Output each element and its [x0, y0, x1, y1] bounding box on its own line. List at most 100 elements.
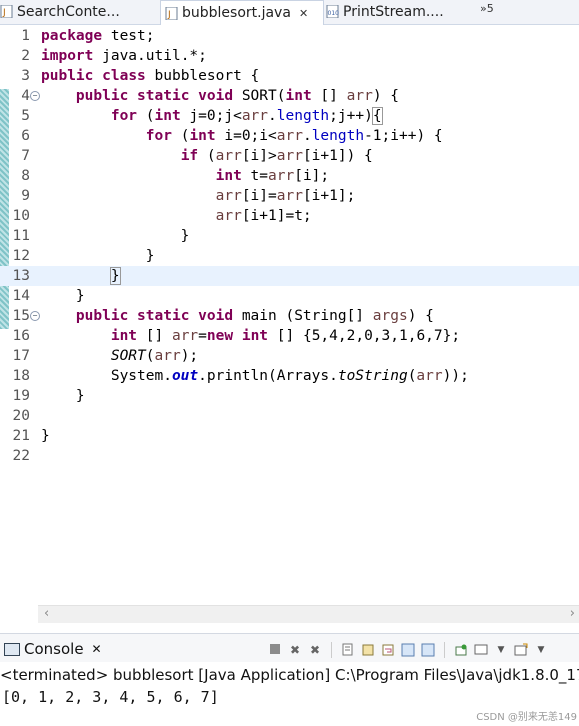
code-text: import java.util.*; — [41, 48, 207, 64]
code-line[interactable]: 16 int [] arr=new int [] {5,4,2,0,3,1,6,… — [0, 326, 579, 346]
show-on-error-icon[interactable] — [421, 643, 435, 657]
code-line[interactable]: 1 package test; — [0, 26, 579, 46]
tab-bubblesort[interactable]: J bubblesort.java ✕ — [160, 0, 324, 25]
code-text: public class bubblesort { — [41, 68, 260, 84]
console-status: <terminated> bubblesort [Java Applicatio… — [0, 666, 579, 684]
line-number: 2 — [21, 48, 30, 64]
editor-tab-bar: J SearchConte... J bubblesort.java ✕ 010… — [0, 0, 579, 25]
line-number: 3 — [21, 68, 30, 84]
line-number: 11 — [12, 228, 30, 244]
text-caret — [119, 267, 121, 285]
line-number: 10 — [12, 208, 30, 224]
code-line[interactable]: 9 arr[i]=arr[i+1]; — [0, 186, 579, 206]
code-text: SORT(arr); — [110, 348, 199, 364]
console-tools: ✖ ✖ ▼ ▼ — [268, 642, 548, 658]
code-text: } — [41, 388, 85, 404]
tab-label: SearchConte... — [17, 3, 120, 20]
chevron-down-icon[interactable]: ▼ — [534, 643, 548, 657]
line-number: 9 — [21, 188, 30, 204]
code-line[interactable]: 20 — [0, 406, 579, 426]
remove-launch-icon[interactable]: ✖ — [288, 643, 302, 657]
display-console-icon[interactable] — [474, 643, 488, 657]
console-output: [0, 1, 2, 3, 4, 5, 6, 7] — [2, 688, 219, 706]
code-text: } — [41, 248, 155, 264]
line-number: 6 — [21, 128, 30, 144]
scroll-left-icon[interactable]: ‹ — [44, 606, 49, 621]
line-number: 8 — [21, 168, 30, 184]
code-line[interactable]: 15− public static void main (String[] ar… — [0, 306, 579, 326]
code-line[interactable]: 19 } — [0, 386, 579, 406]
code-line[interactable]: 2 import java.util.*; — [0, 46, 579, 66]
code-line[interactable]: 4− public static void SORT(int [] arr) { — [0, 86, 579, 106]
line-number: 12 — [12, 248, 30, 264]
line-number: 7 — [21, 148, 30, 164]
tab-overflow-button[interactable]: »5 — [480, 2, 494, 15]
svg-text:010: 010 — [328, 10, 340, 17]
code-text: package test; — [41, 28, 155, 44]
code-text: } — [41, 428, 50, 444]
line-number: 17 — [12, 348, 30, 364]
code-text: for (int i=0;i<arr.length-1;i++) { — [145, 128, 443, 144]
code-line[interactable]: 10 arr[i+1]=t; — [0, 206, 579, 226]
code-line[interactable]: 17 SORT(arr); — [0, 346, 579, 366]
close-icon[interactable]: ✕ — [92, 642, 102, 656]
line-number: 15 — [12, 308, 30, 324]
console-toolbar: Console ✕ ✖ ✖ ▼ ▼ — [0, 633, 579, 662]
code-line[interactable]: 3 public class bubblesort { — [0, 66, 579, 86]
class-file-icon: 010 — [326, 4, 340, 19]
tab-searchcontent[interactable]: J SearchConte... — [0, 0, 158, 23]
line-number: 1 — [21, 28, 30, 44]
code-line[interactable]: 22 — [0, 446, 579, 466]
line-number: 20 — [12, 408, 30, 424]
code-text: int [] arr=new int [] {5,4,2,0,3,1,6,7}; — [110, 328, 461, 344]
code-line[interactable]: 5 for (int j=0;j<arr.length;j++){ — [0, 106, 579, 126]
svg-text:J: J — [167, 10, 171, 20]
code-text: } — [109, 267, 121, 285]
fold-toggle-icon[interactable]: − — [30, 311, 40, 321]
code-text: arr[i+1]=t; — [215, 208, 312, 224]
horizontal-scrollbar[interactable]: ‹ › — [38, 605, 579, 623]
pin-icon[interactable] — [454, 643, 468, 657]
code-text: } — [41, 228, 190, 244]
code-text: arr[i]=arr[i+1]; — [215, 188, 356, 204]
scroll-lock-icon[interactable] — [361, 643, 375, 657]
code-line[interactable]: 21} — [0, 426, 579, 446]
line-number: 5 — [21, 108, 30, 124]
scroll-right-icon[interactable]: › — [570, 606, 575, 621]
line-number: 21 — [12, 428, 30, 444]
line-number: 18 — [12, 368, 30, 384]
code-line[interactable]: 6 for (int i=0;i<arr.length-1;i++) { — [0, 126, 579, 146]
code-line[interactable]: 18 System.out.println(Arrays.toString(ar… — [0, 366, 579, 386]
tab-console[interactable]: Console ✕ — [0, 637, 102, 661]
code-text: } — [41, 288, 85, 304]
code-line[interactable]: 14 } — [0, 286, 579, 306]
terminate-icon[interactable] — [268, 643, 282, 657]
line-number: 4 — [21, 88, 30, 104]
code-editor[interactable]: 1 package test; 2 import java.util.*; 3 publi… — [0, 25, 579, 605]
java-file-icon: J — [165, 6, 178, 20]
code-line[interactable]: 11 } — [0, 226, 579, 246]
tab-printstream[interactable]: 010 PrintStream.... — [326, 0, 476, 23]
code-line[interactable]: 12 } — [0, 246, 579, 266]
svg-text:J: J — [2, 8, 6, 18]
line-number: 19 — [12, 388, 30, 404]
show-on-output-icon[interactable] — [401, 643, 415, 657]
code-line[interactable]: 7 if (arr[i]>arr[i+1]) { — [0, 146, 579, 166]
chevron-down-icon[interactable]: ▼ — [494, 643, 508, 657]
line-number: 22 — [12, 448, 30, 464]
fold-toggle-icon[interactable]: − — [30, 91, 40, 101]
code-text: public static void main (String[] args) … — [75, 308, 434, 324]
code-text: int t=arr[i]; — [215, 168, 330, 184]
tab-label: PrintStream.... — [343, 3, 444, 20]
open-console-icon[interactable] — [514, 643, 528, 657]
line-number: 16 — [12, 328, 30, 344]
close-icon[interactable]: ✕ — [299, 7, 308, 20]
console-icon — [4, 642, 20, 656]
word-wrap-icon[interactable] — [381, 643, 395, 657]
code-line[interactable]: 13 } — [0, 266, 579, 286]
remove-all-launches-icon[interactable]: ✖ — [308, 643, 322, 657]
code-text: System.out.println(Arrays.toString(arr))… — [41, 368, 469, 384]
line-number: 13 — [12, 268, 30, 284]
clear-console-icon[interactable] — [341, 643, 355, 657]
code-line[interactable]: 8 int t=arr[i]; — [0, 166, 579, 186]
